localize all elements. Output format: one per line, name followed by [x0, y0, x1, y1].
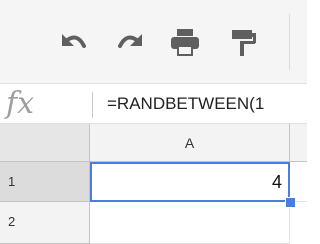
formula-bar-separator: [92, 92, 93, 118]
column-header-a[interactable]: A: [90, 124, 290, 162]
row-header-2[interactable]: 2: [0, 202, 90, 244]
formula-input[interactable]: =RANDBETWEEN(1: [107, 84, 307, 124]
row-header-1[interactable]: 1: [0, 162, 90, 202]
formula-bar: fx =RANDBETWEEN(1: [0, 84, 307, 124]
column-header-b[interactable]: [290, 124, 307, 162]
print-icon[interactable]: [165, 24, 205, 60]
paint-format-icon[interactable]: [222, 24, 262, 60]
undo-icon[interactable]: [50, 24, 90, 60]
fx-label: fx: [6, 86, 35, 121]
selected-cell-a1[interactable]: 4: [90, 162, 290, 202]
toolbar-separator: [289, 14, 290, 70]
cell-a2[interactable]: [90, 202, 290, 244]
redo-icon[interactable]: [110, 24, 150, 60]
cell-b2[interactable]: [290, 202, 307, 244]
toolbar: [0, 0, 307, 84]
fill-handle[interactable]: [285, 197, 296, 208]
select-all-corner[interactable]: [0, 124, 90, 162]
spreadsheet-grid: A 1 2 4: [0, 124, 307, 244]
cell-b1[interactable]: [290, 162, 307, 202]
